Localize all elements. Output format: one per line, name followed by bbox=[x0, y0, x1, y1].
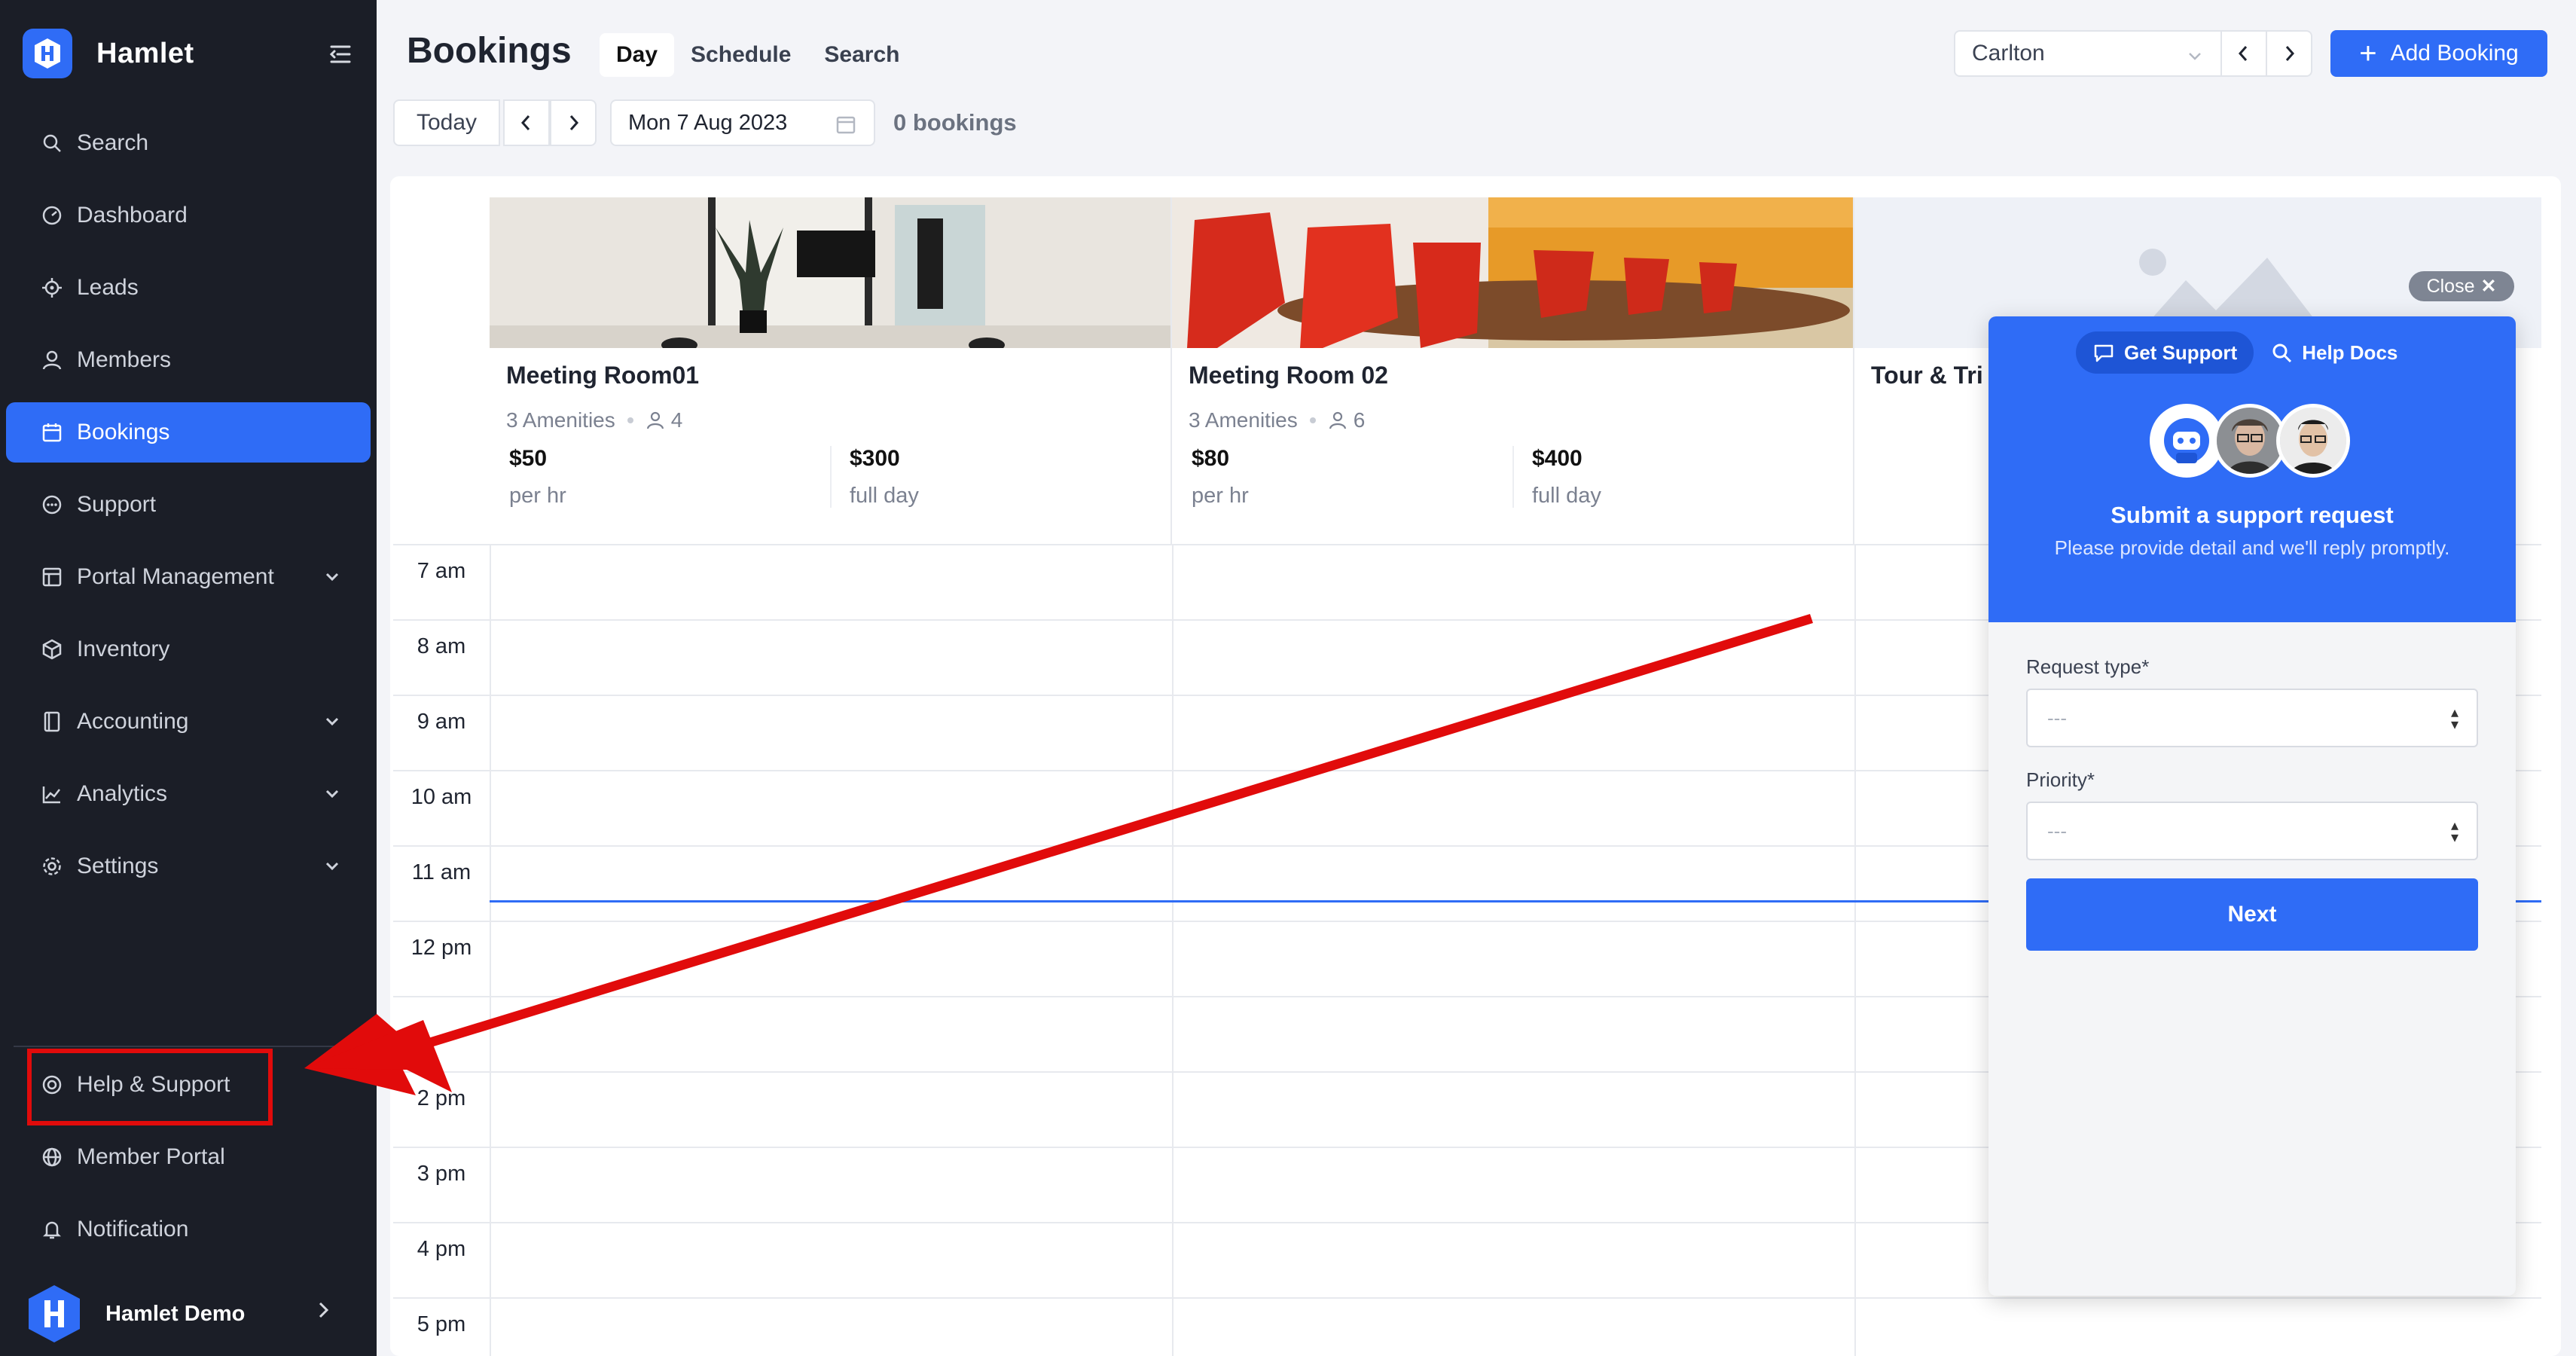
annotation-arrow-icon bbox=[304, 614, 1813, 1095]
